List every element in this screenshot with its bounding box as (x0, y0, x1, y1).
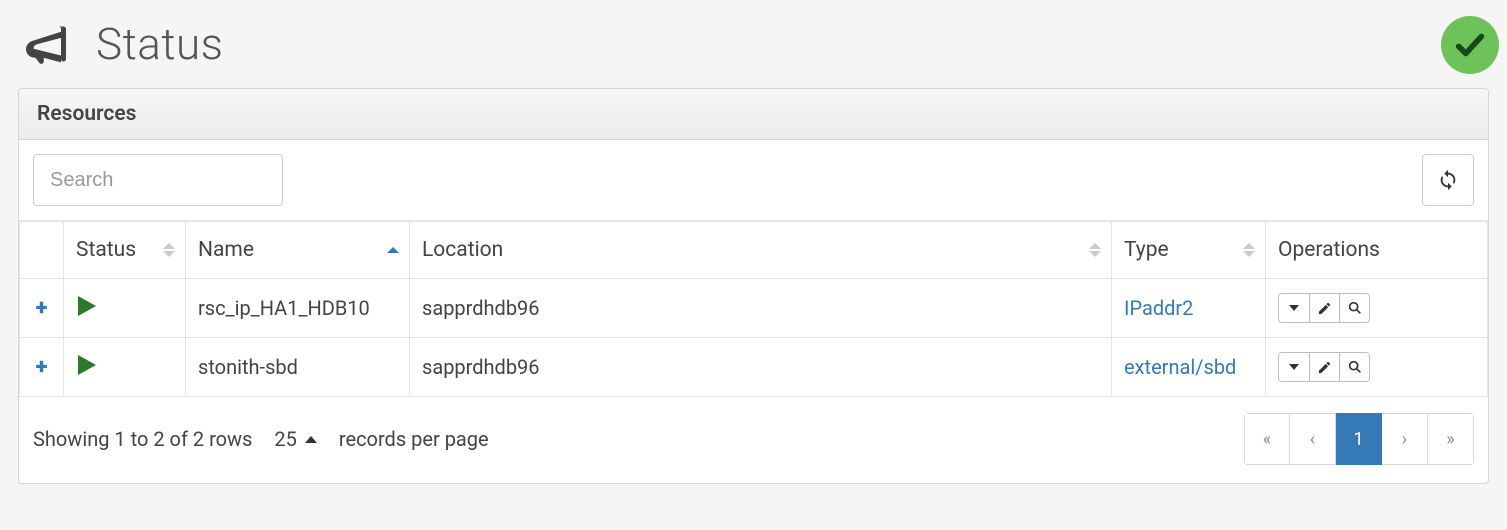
refresh-button[interactable] (1422, 154, 1474, 206)
row-operations (1278, 352, 1370, 382)
showing-text: Showing 1 to 2 of 2 rows (33, 427, 252, 451)
panel-title: Resources (19, 89, 1488, 140)
col-label: Location (422, 238, 503, 262)
row-menu-button[interactable] (1279, 353, 1309, 381)
records-label: records per page (339, 427, 489, 451)
cell-name: rsc_ip_HA1_HDB10 (186, 279, 410, 338)
magnifier-icon (1347, 300, 1363, 316)
pencil-icon (1317, 301, 1332, 316)
search-input[interactable] (33, 154, 283, 206)
running-status-icon (78, 355, 96, 375)
col-label: Operations (1278, 238, 1380, 262)
cell-location: sapprdhdb96 (410, 279, 1112, 338)
col-operations: Operations (1266, 222, 1488, 279)
sort-icon (1089, 243, 1101, 257)
row-operations (1278, 293, 1370, 323)
row-details-button[interactable] (1339, 294, 1369, 322)
col-type[interactable]: Type (1112, 222, 1266, 279)
page-size-selector[interactable]: 25 (274, 427, 316, 451)
sort-icon (1243, 243, 1255, 257)
col-expand (20, 222, 64, 279)
row-edit-button[interactable] (1309, 353, 1339, 381)
page-title: Status (96, 18, 223, 70)
col-label: Status (76, 238, 136, 262)
refresh-icon (1437, 169, 1459, 191)
page-last-button[interactable]: » (1428, 413, 1474, 465)
type-link[interactable]: IPaddr2 (1124, 296, 1193, 320)
sort-icon (387, 247, 399, 253)
expand-row-icon[interactable]: + (36, 355, 48, 380)
cell-location: sapprdhdb96 (410, 338, 1112, 397)
expand-row-icon[interactable]: + (36, 296, 48, 321)
table-footer: Showing 1 to 2 of 2 rows 25 records per … (19, 397, 1488, 483)
page-first-button[interactable]: « (1244, 413, 1290, 465)
resources-table: Status Name Location Type Operations (19, 221, 1488, 397)
running-status-icon (78, 296, 96, 316)
caret-down-icon (1289, 364, 1299, 370)
pencil-icon (1317, 360, 1332, 375)
col-status[interactable]: Status (64, 222, 186, 279)
resources-panel: Resources Status Name (18, 88, 1489, 484)
page-next-button[interactable]: › (1382, 413, 1428, 465)
overall-status-ok-icon (1441, 16, 1499, 74)
col-label: Name (198, 238, 254, 262)
bullhorn-icon (24, 22, 68, 66)
col-name[interactable]: Name (186, 222, 410, 279)
col-label: Type (1124, 238, 1169, 262)
page-size-value: 25 (274, 427, 296, 451)
row-menu-button[interactable] (1279, 294, 1309, 322)
magnifier-icon (1347, 359, 1363, 375)
caret-up-icon (305, 436, 317, 443)
row-edit-button[interactable] (1309, 294, 1339, 322)
panel-toolbar (19, 140, 1488, 221)
page-number-button[interactable]: 1 (1336, 413, 1382, 465)
page-prev-button[interactable]: ‹ (1290, 413, 1336, 465)
cell-name: stonith-sbd (186, 338, 410, 397)
table-header-row: Status Name Location Type Operations (20, 222, 1488, 279)
type-link[interactable]: external/sbd (1124, 355, 1236, 379)
table-row: + stonith-sbd sapprdhdb96 external/sbd (20, 338, 1488, 397)
row-details-button[interactable] (1339, 353, 1369, 381)
caret-down-icon (1289, 305, 1299, 311)
col-location[interactable]: Location (410, 222, 1112, 279)
sort-icon (163, 243, 175, 257)
table-row: + rsc_ip_HA1_HDB10 sapprdhdb96 IPaddr2 (20, 279, 1488, 338)
pagination: « ‹ 1 › » (1244, 413, 1474, 465)
